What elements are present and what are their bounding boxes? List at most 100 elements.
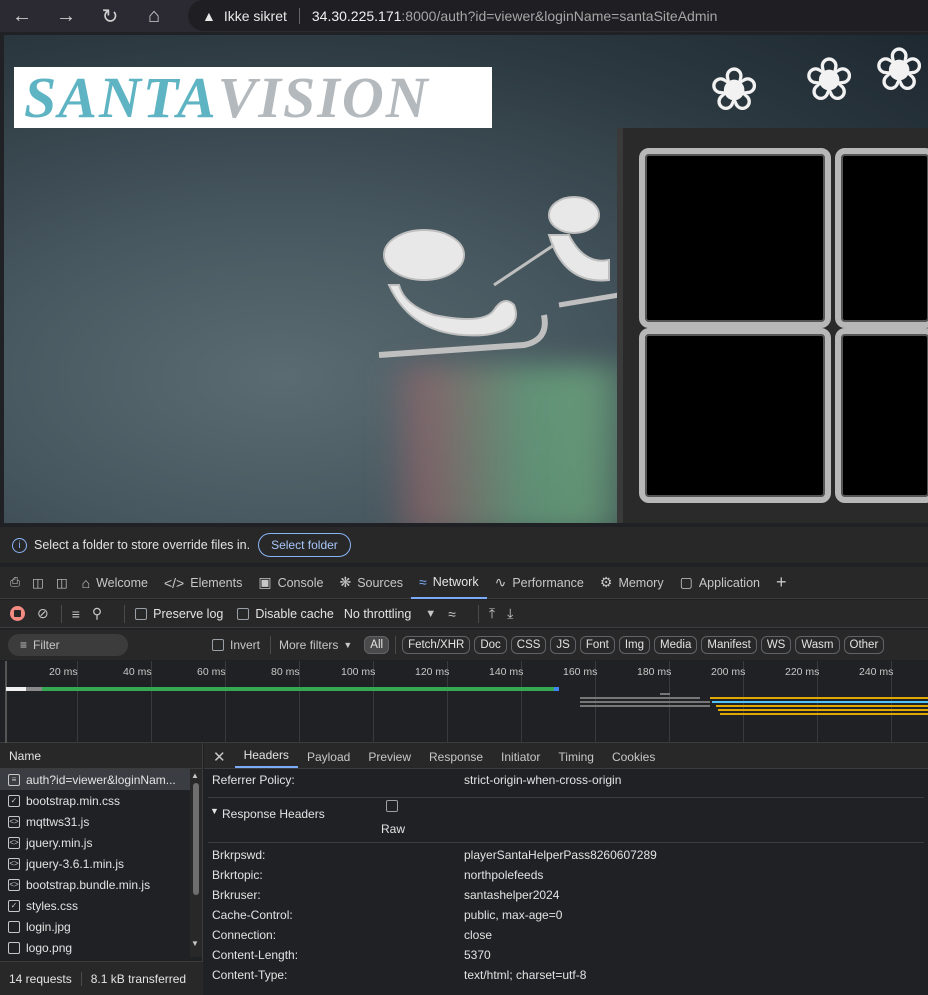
tab-headers[interactable]: Headers (234, 748, 298, 768)
dock-icon[interactable]: ◫ (50, 567, 74, 599)
more-filters-dropdown[interactable]: More filters (279, 638, 338, 652)
import-har-icon[interactable]: ⤒ (489, 605, 495, 622)
filter-chip-fetch-xhr[interactable]: Fetch/XHR (402, 636, 471, 654)
tab-timing[interactable]: Timing (549, 750, 603, 768)
filter-chip-all[interactable]: All (364, 636, 390, 654)
network-conditions-icon[interactable]: ≈ (448, 606, 456, 622)
tab-performance[interactable]: ∿ Performance (487, 567, 592, 599)
filter-chip-js[interactable]: JS (550, 636, 576, 654)
toolbar-divider (124, 604, 126, 623)
reload-icon[interactable]: ↻ (88, 0, 132, 32)
request-row[interactable]: <> jquery.min.js (0, 832, 202, 853)
tab-memory[interactable]: ⚙ Memory (592, 567, 672, 599)
throttling-select[interactable]: No throttling (344, 607, 411, 621)
timeline-tick-label: 180 ms (637, 666, 672, 678)
request-row[interactable]: login.jpg (0, 916, 202, 937)
filter-chip-other[interactable]: Other (843, 636, 885, 654)
filter-bar: ≡ Filter Invert More filters ▼ All Fetch… (0, 630, 928, 660)
script-icon: <> (8, 878, 20, 891)
tab-response[interactable]: Response (420, 750, 492, 768)
search-icon[interactable]: ⚲ (92, 605, 102, 622)
filter-chip-media[interactable]: Media (654, 636, 698, 654)
tab-sources[interactable]: ❋ Sources (331, 567, 411, 599)
address-bar[interactable]: ▲ Ikke sikret 34.30.225.171 :8000/auth?i… (188, 0, 928, 31)
tab-console[interactable]: ▣ Console (250, 567, 331, 599)
select-folder-button[interactable]: Select folder (258, 533, 351, 557)
css-icon: ✓ (8, 899, 20, 912)
url-divider (298, 7, 300, 24)
timeline-bar-script (720, 713, 928, 715)
url-host[interactable]: 34.30.225.171 (312, 8, 402, 24)
header-value: santashelper2024 (464, 888, 560, 902)
network-timeline[interactable]: 20 ms 40 ms 60 ms 80 ms 100 ms 120 ms 14… (0, 661, 928, 743)
timeline-tick-label: 80 ms (271, 666, 300, 678)
timeline-tick-label: 160 ms (563, 666, 598, 678)
close-icon[interactable]: ✕ (204, 748, 235, 768)
timeline-bar-script (718, 709, 928, 711)
scroll-down-icon[interactable]: ▼ (191, 939, 199, 948)
filter-chip-css[interactable]: CSS (510, 636, 547, 654)
forward-icon[interactable]: → (44, 0, 88, 32)
filter-toggle-icon[interactable]: ≡ (72, 606, 80, 622)
timeline-tick-label: 140 ms (489, 666, 524, 678)
console-icon: ▣ (258, 574, 272, 590)
chevron-down-icon[interactable]: ▼ (343, 640, 352, 650)
raw-checkbox[interactable] (386, 800, 398, 812)
request-row[interactable]: <> bootstrap.bundle.min.js (0, 874, 202, 895)
disable-cache-checkbox[interactable] (237, 607, 250, 620)
warning-icon[interactable]: ▲ (202, 8, 216, 24)
preserve-log-checkbox[interactable] (135, 607, 148, 620)
export-har-icon[interactable]: ⤓ (507, 605, 513, 622)
filter-chip-img[interactable]: Img (618, 636, 651, 654)
network-toolbar: ⊘ ≡ ⚲ Preserve log Disable cache No thro… (0, 600, 928, 628)
css-icon: ✓ (8, 794, 20, 807)
home-icon[interactable]: ⌂ (132, 0, 176, 32)
tab-initiator[interactable]: Initiator (492, 750, 549, 768)
request-row[interactable]: <> mqttws31.js (0, 811, 202, 832)
invert-checkbox[interactable] (212, 639, 224, 651)
url-path[interactable]: :8000/auth?id=viewer&loginName=santaSite… (401, 8, 717, 24)
chevron-down-icon[interactable]: ▼ (425, 608, 436, 620)
header-name: Referrer Policy: (212, 773, 295, 787)
chevron-down-icon[interactable]: ▼ (210, 806, 219, 816)
tab-payload[interactable]: Payload (298, 750, 359, 768)
filter-chip-doc[interactable]: Doc (474, 636, 507, 654)
record-stop-button[interactable] (10, 606, 25, 621)
timeline-bar-script (716, 705, 928, 707)
tab-welcome[interactable]: ⌂ Welcome (74, 567, 156, 599)
header-value: playerSantaHelperPass8260607289 (464, 848, 657, 862)
filter-input[interactable]: ≡ Filter (8, 634, 128, 656)
toolbar-divider (270, 636, 272, 654)
request-row[interactable]: ≡ auth?id=viewer&loginNam... (0, 769, 202, 790)
filter-chip-wasm[interactable]: Wasm (795, 636, 840, 654)
tab-elements[interactable]: </> Elements (156, 567, 250, 599)
request-name: mqttws31.js (26, 814, 90, 829)
request-row[interactable]: logo.png (0, 937, 202, 958)
scrollbar-thumb[interactable] (193, 783, 199, 895)
name-column-header[interactable]: Name (0, 743, 202, 769)
reindeer-icon: ❀ (804, 46, 855, 113)
logo-vision: VISION (217, 65, 430, 130)
tab-application[interactable]: ▢ Application (672, 567, 768, 599)
timeline-bar-queue (580, 705, 710, 707)
filter-chip-manifest[interactable]: Manifest (701, 636, 757, 654)
device-mode-icon[interactable]: ◫ (26, 567, 50, 599)
request-row[interactable]: <> jquery-3.6.1.min.js (0, 853, 202, 874)
filter-chip-ws[interactable]: WS (760, 636, 792, 654)
add-tab-icon[interactable]: + (768, 567, 795, 599)
request-row[interactable]: ✓ styles.css (0, 895, 202, 916)
security-label[interactable]: Ikke sikret (224, 8, 287, 24)
back-icon[interactable]: ← (0, 0, 44, 32)
request-row[interactable]: ✓ bootstrap.min.css (0, 790, 202, 811)
device-toggle-icon[interactable]: ⎙ (0, 567, 26, 599)
filter-chip-font[interactable]: Font (579, 636, 615, 654)
scroll-up-icon[interactable]: ▲ (191, 771, 199, 780)
devtools-tabs: ⎙ ◫ ◫ ⌂ Welcome </> Elements ▣ Console ❋ Sou… (0, 567, 928, 599)
tab-preview[interactable]: Preview (359, 750, 420, 768)
sleigh-illustration (378, 196, 620, 358)
clear-icon[interactable]: ⊘ (37, 605, 49, 622)
section-title[interactable]: Response Headers (222, 807, 325, 821)
tab-cookies[interactable]: Cookies (603, 750, 664, 768)
tab-network[interactable]: ≈ Network (411, 567, 487, 599)
timeline-tick-label: 200 ms (711, 666, 746, 678)
